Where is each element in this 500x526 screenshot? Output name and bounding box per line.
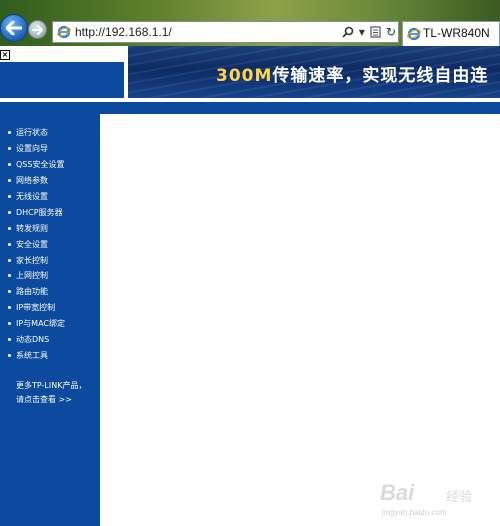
bullet-icon [8,210,11,214]
sidebar-item-label: 路由功能 [16,287,48,297]
address-tools: ▾ ↻ [342,23,396,41]
sidebar-item-qss[interactable]: QSS安全设置 [8,157,65,173]
bullet-icon [8,226,11,230]
sidebar-item-label: 安全设置 [16,239,48,249]
bullet-icon [8,322,11,326]
compat-icon[interactable] [370,26,381,38]
more-line-2[interactable]: 请点击查看 >> [16,393,86,407]
watermark: Bai 经验 jingyan.baidu.com [380,474,496,517]
bullet-icon [8,338,11,342]
sidebar-item-status[interactable]: 运行状态 [8,125,65,141]
sidebar-menu: 运行状态 设置向导 QSS安全设置 网络参数 无线设置 DHCP服务器 转发规则… [8,125,65,363]
sidebar-item-label: 动态DNS [16,335,50,345]
sidebar-item-label: DHCP服务器 [16,207,63,217]
sidebar-item-ddns[interactable]: 动态DNS [8,332,65,348]
banner-slogan: 传输速率，实现无线自由连 [272,66,489,86]
bullet-icon [8,306,11,310]
bullet-icon [8,290,11,294]
sidebar-item-label: 无线设置 [16,192,48,201]
sidebar-item-ip-mac[interactable]: IP与MAC绑定 [8,316,65,332]
more-line-1: 更多TP-LINK产品， [16,381,87,390]
tab-title: TL-WR840N [423,26,490,40]
sidebar-item-parental[interactable]: 家长控制 [8,252,65,268]
sidebar-item-system-tools[interactable]: 系统工具 [8,347,65,363]
sidebar-item-label: IP与MAC绑定 [16,319,66,329]
url-text[interactable]: http://192.168.1.1/ [75,25,172,39]
sidebar-item-label: 系统工具 [16,350,48,360]
banner: 300M传输速率，实现无线自由连 [128,46,500,98]
close-icon[interactable]: × [0,50,10,60]
sidebar-item-wizard[interactable]: 设置向导 [8,141,65,157]
address-bar[interactable]: http://192.168.1.1/ ▾ ↻ [52,21,399,43]
sidebar-item-label: 上网控制 [16,271,48,281]
main-content [100,114,500,526]
forward-arrow-icon [32,24,43,35]
sidebar-item-label: QSS安全设置 [16,160,65,170]
browser-toolbar: http://192.168.1.1/ ▾ ↻ TL-WR840N [0,0,500,46]
search-icon[interactable] [342,26,354,38]
bullet-icon [8,353,11,357]
sidebar-item-label: IP带宽控制 [16,303,56,313]
frame-top-bar [0,102,500,114]
sidebar-item-bandwidth[interactable]: IP带宽控制 [8,300,65,316]
sidebar-item-network[interactable]: 网络参数 [8,173,65,189]
sidebar-item-label: 转发规则 [16,223,48,233]
sidebar-item-dhcp[interactable]: DHCP服务器 [8,204,65,220]
sidebar-item-routing[interactable]: 路由功能 [8,284,65,300]
bullet-icon [8,147,11,151]
bullet-icon [8,163,11,167]
watermark-brand: Bai [380,480,415,505]
back-button[interactable] [0,14,28,42]
banner-text: 300M传输速率，实现无线自由连 [216,61,488,86]
bullet-icon [8,179,11,183]
bullet-icon [8,131,11,135]
watermark-sub: 经验 [446,490,473,505]
sidebar-item-security[interactable]: 安全设置 [8,236,65,252]
sidebar-item-forwarding[interactable]: 转发规则 [8,220,65,236]
bullet-icon [8,195,11,198]
sidebar-item-label: 运行状态 [16,128,48,138]
bullet-icon [8,242,11,246]
back-arrow-icon [6,21,22,35]
sidebar-item-label: 网络参数 [16,176,48,186]
sidebar-item-access-control[interactable]: 上网控制 [8,268,65,284]
bullet-icon [8,274,11,278]
forward-button[interactable] [28,20,47,39]
sidebar-item-wireless[interactable]: 无线设置 [8,189,65,205]
more-products-link[interactable]: 更多TP-LINK产品， 请点击查看 >> [16,379,86,407]
browser-tab[interactable]: TL-WR840N [402,21,500,46]
refresh-icon[interactable]: ↻ [386,23,396,41]
dropdown-icon[interactable]: ▾ [359,23,365,41]
sidebar-item-label: 家长控制 [16,255,48,265]
sidebar-item-label: 设置向导 [16,144,48,154]
header-logo-area [0,62,124,98]
watermark-url: jingyan.baidu.com [382,508,447,517]
bullet-icon [8,258,11,262]
ie-icon [57,25,71,39]
tab-ie-icon [407,27,421,41]
banner-highlight: 300M [216,66,273,86]
